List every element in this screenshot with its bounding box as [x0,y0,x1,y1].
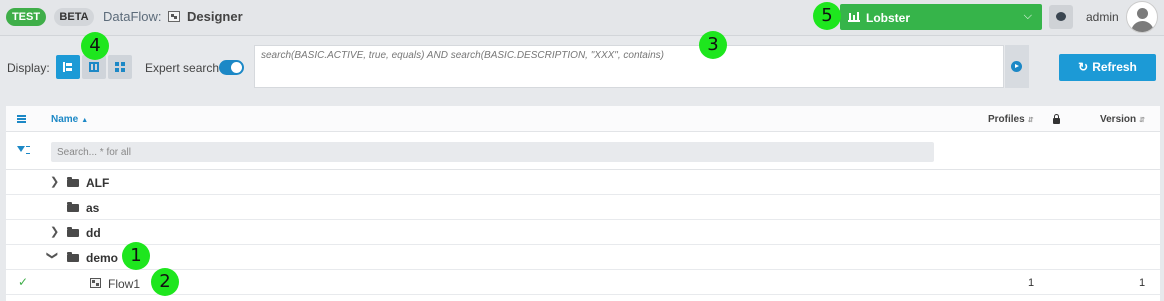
project-select[interactable]: Lobster ⌵ [840,4,1042,30]
sort-icon: ⇵ [1139,117,1146,124]
annotation-marker-2: 2 [151,268,179,296]
grid-view-icon [115,62,125,72]
expert-search-label: Expert search [145,61,220,75]
lock-icon[interactable] [1053,114,1060,124]
table-row[interactable]: ❯ ALF [6,170,1160,195]
folder-icon [67,177,79,187]
column-version-label: Version [1100,114,1137,125]
page-title: Designer [187,9,243,24]
flow-name: Flow1 [108,277,141,291]
profiles-count: 1 [1028,277,1035,289]
split-view-icon [89,62,99,72]
column-header-profiles[interactable]: Profiles ⇵ [988,114,1034,125]
username[interactable]: admin [1086,10,1119,24]
environment-badge-test: TEST [6,8,46,26]
menu-icon[interactable] [17,115,26,123]
annotation-marker-5: 5 [813,2,841,30]
tree-view-button[interactable] [56,55,80,79]
top-bar: TEST BETA DataFlow: Designer Lobster ⌵ a… [0,0,1164,36]
refresh-button[interactable]: ↻ Refresh [1059,54,1156,81]
chevron-right-icon[interactable]: ❯ [50,225,59,238]
chevron-down-icon: ⌵ [1023,10,1032,22]
project-select-label: Lobster [866,11,911,25]
column-header-name[interactable]: Name ▲ [51,114,88,125]
table-header: Name ▲ Profiles ⇵ Version ⇵ [6,106,1160,132]
avatar-body [1131,21,1154,32]
sort-icon: ⇵ [1027,117,1034,124]
run-search-button[interactable] [1005,45,1029,88]
folder-name: as [86,201,100,215]
app-name: DataFlow: [103,9,162,24]
column-header-version[interactable]: Version ⇵ [1100,114,1145,125]
search-query: search(BASIC.ACTIVE, true, equals) AND s… [261,50,664,61]
column-name-label: Name [51,114,79,125]
display-label: Display: [7,61,50,75]
annotation-marker-1: 1 [122,242,150,270]
table-row[interactable]: ✓ Flow1 1 1 [6,270,1160,295]
filter-icon[interactable] [17,146,30,154]
refresh-icon: ↻ [1078,60,1089,74]
table-row[interactable]: ❯ dd [6,220,1160,245]
checkmark-icon: ✓ [18,275,29,289]
avatar[interactable] [1126,1,1158,33]
flow-icon [90,278,101,288]
annotation-marker-4: 4 [81,32,109,60]
chat-icon [1056,12,1066,21]
refresh-label: Refresh [1092,60,1137,74]
factory-icon [848,12,860,22]
filter-row [6,133,1160,170]
beta-badge: BETA [54,8,94,26]
chat-button[interactable] [1049,5,1073,29]
grid-view-button[interactable] [108,55,132,79]
folder-icon [67,202,79,212]
filter-input[interactable] [51,142,934,162]
table-row[interactable]: ❯ demo [6,245,1160,270]
folder-name: ALF [86,176,110,190]
folder-icon [67,227,79,237]
column-profiles-label: Profiles [988,114,1025,125]
table-row[interactable]: as [6,195,1160,220]
sort-ascending-icon: ▲ [81,117,89,124]
play-icon [1011,61,1022,72]
chevron-right-icon[interactable]: ❯ [50,175,59,188]
annotation-marker-3: 3 [699,31,727,59]
tree-view-icon [63,62,73,72]
folder-name: demo [86,251,119,265]
designer-icon [168,11,180,22]
folder-open-icon [67,252,79,262]
expert-search-toggle[interactable] [219,60,244,75]
flow-table: Name▲ Profiles⇵ Version⇵ ❯ ALF as ❯ dd ❯… [6,106,1160,301]
chevron-down-icon[interactable]: ❯ [46,251,59,260]
avatar-head [1137,8,1148,19]
toolbar: Display: Expert search search(BASIC.ACTI… [0,37,1164,95]
folder-name: dd [86,226,101,240]
version-number: 1 [1139,277,1146,289]
expert-search-input[interactable]: search(BASIC.ACTIVE, true, equals) AND s… [254,45,1004,88]
